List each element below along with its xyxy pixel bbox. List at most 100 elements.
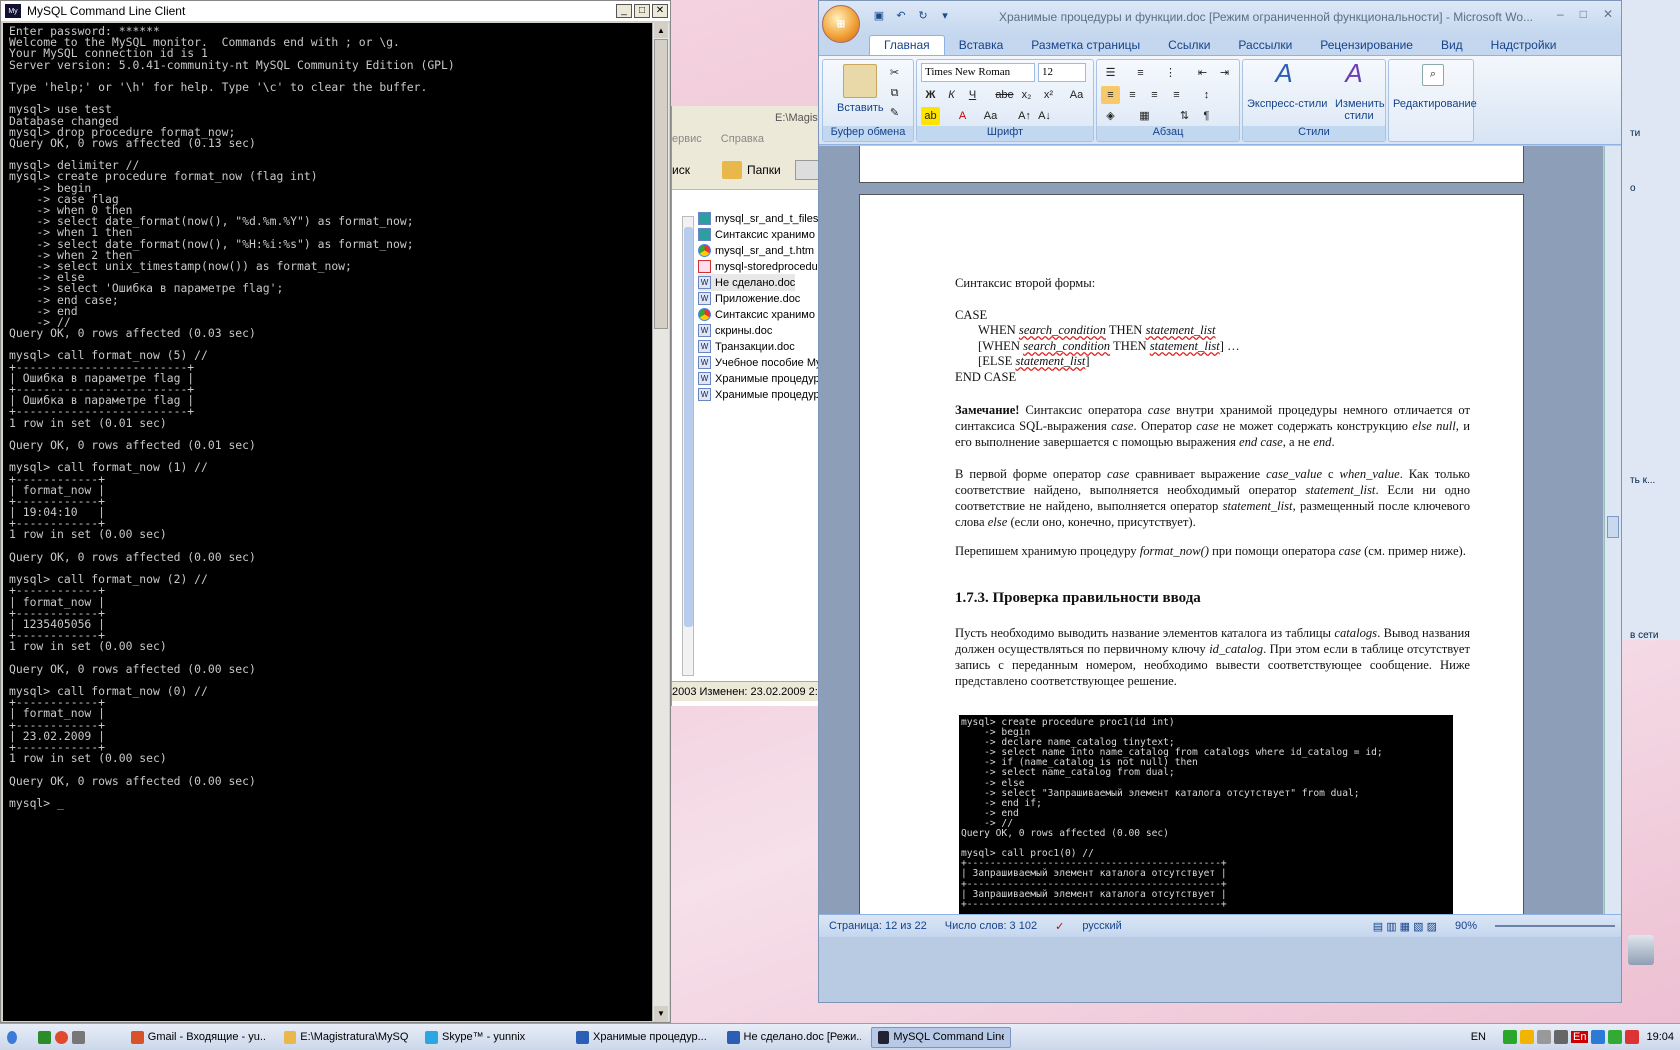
menu-item-service[interactable]: ервис xyxy=(672,133,702,145)
scroll-up-icon[interactable]: ▲ xyxy=(654,23,668,38)
decrease-indent-icon[interactable]: ⇤ xyxy=(1193,64,1212,82)
highlight-icon[interactable]: ab xyxy=(921,107,940,125)
line-spacing-icon[interactable]: ↕ xyxy=(1197,86,1216,104)
taskbar-item[interactable]: Не сделано.doc [Режи... xyxy=(720,1027,868,1048)
quicklaunch-icon[interactable] xyxy=(72,1030,85,1044)
document-area[interactable]: Синтаксис второй формы: CASE WHEN search… xyxy=(819,146,1603,914)
page-indicator[interactable]: Страница: 12 из 22 xyxy=(829,920,927,932)
change-styles-button[interactable]: Изменить стили xyxy=(1335,98,1385,122)
taskbar-item[interactable]: Хранимые процедур... xyxy=(569,1027,717,1048)
document-scrollbar[interactable] xyxy=(1604,146,1621,914)
show-marks-icon[interactable]: ¶ xyxy=(1197,107,1216,125)
superscript-icon[interactable]: x² xyxy=(1039,86,1058,104)
justify-icon[interactable]: ≡ xyxy=(1167,86,1186,104)
maximize-button[interactable]: □ xyxy=(1580,7,1587,21)
align-right-icon[interactable]: ≡ xyxy=(1145,86,1164,104)
scroll-thumb[interactable] xyxy=(1607,516,1619,538)
keyboard-layout-indicator[interactable]: En xyxy=(1571,1031,1589,1043)
file-item[interactable]: mysql_sr_and_t_files xyxy=(698,210,818,227)
start-button[interactable] xyxy=(0,1027,28,1048)
subscript-icon[interactable]: x₂ xyxy=(1017,86,1036,104)
shading-icon[interactable]: ◈ xyxy=(1101,107,1120,125)
font-color-icon[interactable]: A xyxy=(953,107,972,125)
change-case-icon[interactable]: Aa xyxy=(981,107,1000,125)
clock[interactable]: 19:04 xyxy=(1646,1031,1674,1043)
align-center-icon[interactable]: ≡ xyxy=(1123,86,1142,104)
language-indicator[interactable]: русский xyxy=(1082,920,1121,932)
file-item[interactable]: W Приложение.doc xyxy=(698,290,800,307)
browser-icon[interactable] xyxy=(55,1030,68,1044)
minimize-button[interactable]: _ xyxy=(616,4,632,18)
tray-icon[interactable] xyxy=(1503,1030,1517,1044)
tray-icon[interactable] xyxy=(1554,1030,1568,1044)
file-item[interactable]: W Хранимые процедур xyxy=(698,386,820,403)
shrink-font-icon[interactable]: A↓ xyxy=(1035,107,1054,125)
file-item[interactable]: Синтаксис хранимо xyxy=(698,306,815,323)
file-item[interactable]: W Хранимые процедур xyxy=(698,370,820,387)
paste-icon[interactable] xyxy=(843,64,877,98)
redo-icon[interactable]: ↻ xyxy=(915,9,931,23)
increase-indent-icon[interactable]: ⇥ xyxy=(1215,64,1234,82)
editing-button[interactable]: Редактирование xyxy=(1393,98,1477,110)
underline-icon[interactable]: Ч xyxy=(963,86,982,104)
tab-4[interactable]: Ссылки xyxy=(1154,36,1224,55)
quicklaunch-icon[interactable] xyxy=(38,1030,51,1044)
align-left-icon[interactable]: ≡ xyxy=(1101,86,1120,104)
file-item[interactable]: Синтаксис хранимо xyxy=(698,226,815,243)
office-button[interactable]: ⊞ xyxy=(822,5,860,43)
file-item[interactable]: mysql_sr_and_t.htm xyxy=(698,242,814,259)
tab-3[interactable]: Разметка страницы xyxy=(1017,36,1154,55)
tab-7[interactable]: Вид xyxy=(1427,36,1477,55)
taskbar-item[interactable]: E:\Magistratura\MySQL xyxy=(277,1027,415,1048)
bullets-icon[interactable]: ☰ xyxy=(1101,64,1120,82)
tab-5[interactable]: Рассылки xyxy=(1224,36,1306,55)
menu-item-help[interactable]: Справка xyxy=(721,133,764,145)
numbering-icon[interactable]: ≡ xyxy=(1131,64,1150,82)
tab-1[interactable]: Главная xyxy=(869,35,945,55)
paste-button[interactable]: Вставить xyxy=(837,102,884,114)
view-buttons[interactable]: ▤ ▥ ▦ ▧ ▨ xyxy=(1373,920,1437,933)
taskbar-item[interactable]: MySQL Command Line ... xyxy=(871,1026,1011,1048)
folders-button[interactable]: Папки xyxy=(747,163,781,177)
copy-icon[interactable]: ⧉ xyxy=(885,84,904,102)
minimize-button[interactable]: – xyxy=(1557,7,1564,21)
grow-font-icon[interactable]: A↑ xyxy=(1015,107,1034,125)
save-icon[interactable]: ▣ xyxy=(871,9,887,23)
sort-icon[interactable]: ⇅ xyxy=(1175,107,1194,125)
bold-icon[interactable]: Ж xyxy=(921,86,940,104)
quick-launch[interactable] xyxy=(31,1027,121,1048)
tray-icon[interactable] xyxy=(1591,1030,1606,1044)
font-name-select[interactable]: Times New Roman xyxy=(921,63,1035,82)
tray-icon[interactable] xyxy=(1520,1030,1534,1044)
console-scrollbar[interactable]: ▲ ▼ xyxy=(652,23,669,1021)
scroll-thumb[interactable] xyxy=(684,227,693,627)
file-item[interactable]: Wскрины.doc xyxy=(698,322,772,339)
zoom-slider[interactable] xyxy=(1495,925,1615,927)
scroll-thumb[interactable] xyxy=(654,39,668,329)
find-binoculars-icon[interactable]: ⌕ xyxy=(1422,64,1444,86)
document-page[interactable]: Синтаксис второй формы: CASE WHEN search… xyxy=(859,194,1524,914)
recycle-bin-icon[interactable] xyxy=(1628,935,1654,965)
file-item[interactable]: W Транзакции.doc xyxy=(698,338,795,355)
volume-icon[interactable] xyxy=(1537,1030,1551,1044)
zoom-level[interactable]: 90% xyxy=(1455,920,1477,932)
taskbar-item[interactable]: Skype™ - yunnix xyxy=(418,1027,566,1048)
spellcheck-icon[interactable]: ✓ xyxy=(1055,920,1064,933)
file-item[interactable]: W Учебное пособие My xyxy=(698,354,821,371)
explorer-scrollbar[interactable] xyxy=(682,216,694,676)
customize-qat-icon[interactable]: ▾ xyxy=(937,9,953,23)
change-styles-icon[interactable]: A xyxy=(1339,60,1369,94)
multilevel-list-icon[interactable]: ⋮ xyxy=(1161,64,1180,82)
language-indicator[interactable]: EN xyxy=(1471,1031,1486,1043)
tab-6[interactable]: Рецензирование xyxy=(1306,36,1427,55)
file-item[interactable]: W Не сделано.doc xyxy=(698,274,796,291)
tray-icon[interactable] xyxy=(1625,1030,1640,1044)
borders-icon[interactable]: ▦ xyxy=(1135,107,1154,125)
clear-format-icon[interactable]: Aa xyxy=(1067,86,1086,104)
close-button[interactable]: ✕ xyxy=(1603,7,1613,21)
strikethrough-icon[interactable]: abe xyxy=(995,86,1014,104)
file-item[interactable]: mysql-storedprocedu xyxy=(698,258,818,275)
font-size-select[interactable]: 12 xyxy=(1038,63,1086,82)
tab-2[interactable]: Вставка xyxy=(945,36,1018,55)
views-button[interactable] xyxy=(794,159,821,180)
